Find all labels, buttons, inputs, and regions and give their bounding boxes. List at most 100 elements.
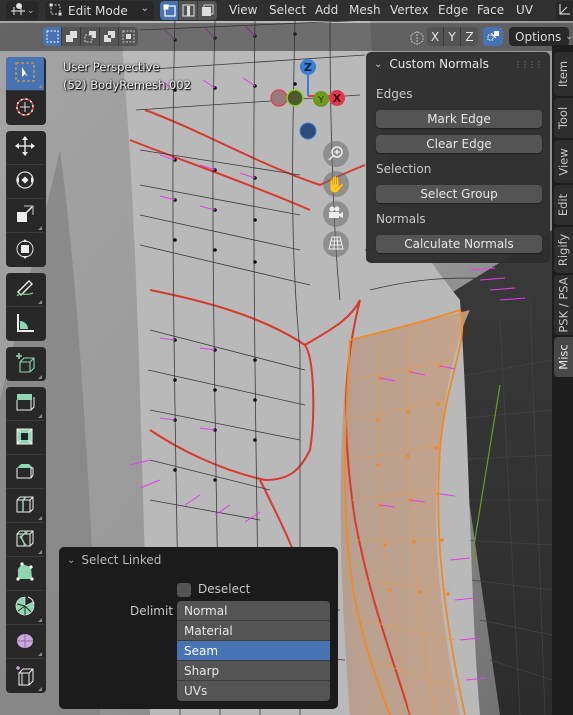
tool-poly-build[interactable]: [6, 557, 44, 591]
select-mode-group: [160, 1, 217, 20]
delimit-option-uvs[interactable]: UVs: [177, 681, 330, 701]
ruler-icon: [14, 312, 36, 337]
y-axis-label: Y: [317, 95, 325, 106]
select-extend-button[interactable]: [62, 27, 81, 46]
tool-settings-bar: X Y Z Options ⌄: [0, 23, 573, 51]
edge-select-button[interactable]: [179, 1, 198, 20]
add-cube-icon: [14, 352, 36, 377]
transform-icon: [14, 238, 36, 263]
select-group-button[interactable]: Select Group: [376, 185, 542, 203]
pencil-icon: [14, 277, 36, 302]
loop-cut-icon: [14, 493, 36, 518]
delimit-option-normal[interactable]: Normal: [177, 601, 330, 621]
rotate-icon: [14, 169, 36, 194]
tool-knife[interactable]: [6, 523, 44, 557]
mirror-axis-group: X Y Z: [427, 27, 478, 46]
deselect-label[interactable]: Deselect: [198, 582, 250, 596]
delimit-option-seam[interactable]: Seam: [177, 641, 330, 661]
camera-view-button[interactable]: [323, 201, 349, 227]
perspective-toggle-button[interactable]: [323, 231, 349, 257]
tool-move[interactable]: [6, 131, 44, 165]
menu-view[interactable]: View: [229, 3, 257, 17]
tool-transform[interactable]: [6, 233, 44, 267]
chevron-down-icon: ⌄: [27, 5, 35, 16]
chevron-down-icon: ⌄: [374, 58, 383, 70]
tool-add-cube[interactable]: [6, 347, 44, 381]
calculate-normals-button[interactable]: Calculate Normals: [376, 235, 542, 253]
face-select-button[interactable]: [198, 1, 217, 20]
mode-label: Edit Mode: [68, 3, 128, 18]
tab-view[interactable]: View: [554, 140, 573, 183]
select-intersect-button[interactable]: [119, 27, 138, 46]
select-difference-button[interactable]: [100, 27, 119, 46]
menu-add[interactable]: Add: [315, 3, 338, 17]
tab-edit[interactable]: Edit: [554, 185, 573, 225]
tab-misc[interactable]: Misc: [554, 337, 573, 377]
z-axis-label: Z: [304, 61, 312, 74]
tab-rigify[interactable]: Rigify: [554, 227, 573, 273]
tool-smooth[interactable]: [6, 625, 44, 659]
transform-gizmo-toggle[interactable]: [556, 1, 573, 20]
tool-annotate[interactable]: [6, 273, 44, 307]
tool-cursor[interactable]: [6, 91, 44, 125]
mirror-z-toggle[interactable]: Z: [461, 27, 478, 46]
tool-select-box[interactable]: [6, 57, 44, 91]
tool-spin[interactable]: [6, 591, 44, 625]
drag-handle-icon[interactable]: ⋮⋮⋮⋮: [514, 60, 543, 69]
menu-face[interactable]: Face: [477, 3, 504, 17]
tool-bevel[interactable]: [6, 455, 44, 489]
view-name: User Perspective: [63, 60, 160, 74]
orientation-gizmo[interactable]: Y X Z: [265, 55, 365, 145]
tab-tool[interactable]: Tool: [554, 98, 573, 138]
zoom-button[interactable]: [323, 141, 349, 167]
operator-title: Select Linked: [81, 553, 162, 567]
select-new-button[interactable]: [43, 27, 62, 46]
selection-mode-group: [43, 27, 138, 46]
editor-type-selector[interactable]: ⌄: [6, 1, 38, 20]
delimit-option-sharp[interactable]: Sharp: [177, 661, 330, 681]
cursor-icon: [14, 96, 36, 121]
menu-vertex[interactable]: Vertex: [390, 3, 429, 17]
sidebar-tabs: Item Tool View Edit Rigify PSK / PSA Mis…: [552, 45, 573, 715]
menu-mesh[interactable]: Mesh: [349, 3, 381, 17]
bevel-icon: [14, 459, 36, 484]
tool-measure[interactable]: [6, 307, 44, 341]
options-dropdown[interactable]: Options ⌄: [509, 27, 573, 46]
vertex-select-button[interactable]: [160, 1, 179, 20]
deselect-checkbox[interactable]: [177, 583, 191, 597]
tab-psk-psa[interactable]: PSK / PSA: [554, 275, 573, 335]
tool-loop-cut[interactable]: [6, 489, 44, 523]
tool-extrude[interactable]: [6, 387, 44, 421]
menu-select[interactable]: Select: [269, 3, 306, 17]
neg-x-axis-handle: [270, 89, 288, 107]
panel-title: Custom Normals: [389, 57, 489, 71]
tool-rotate[interactable]: [6, 165, 44, 199]
mark-edge-button[interactable]: Mark Edge: [376, 110, 542, 128]
tab-item[interactable]: Item: [554, 52, 573, 96]
select-subtract-button[interactable]: [81, 27, 100, 46]
mirror-x-toggle[interactable]: X: [427, 27, 444, 46]
mode-dropdown[interactable]: Edit Mode ⌄: [45, 1, 154, 20]
tool-scale[interactable]: [6, 199, 44, 233]
neg-y-axis-handle: [286, 89, 304, 107]
transform-axes-icon: [558, 3, 571, 19]
delimit-option-material[interactable]: Material: [177, 621, 330, 641]
chevron-down-icon: ⌄: [565, 31, 573, 42]
delimit-options: Normal Material Seam Sharp UVs: [177, 601, 330, 701]
spin-icon: [14, 595, 36, 620]
viewport-info: User Perspective (52) BodyRemesh.002: [63, 58, 191, 94]
menu-edge[interactable]: Edge: [438, 3, 468, 17]
tool-inset[interactable]: [6, 421, 44, 455]
object-info: (52) BodyRemesh.002: [63, 78, 192, 92]
menu-uv[interactable]: UV: [516, 3, 533, 17]
pan-button[interactable]: ✋: [323, 171, 349, 197]
knife-icon: [14, 527, 36, 552]
hand-icon: ✋: [326, 174, 346, 194]
operator-panel-header[interactable]: ⌄ Select Linked: [67, 553, 161, 567]
topology-mirror-icon: [487, 29, 500, 45]
tool-shrink-fatten[interactable]: [6, 659, 44, 693]
panel-header[interactable]: ⌄ Custom Normals: [374, 57, 489, 71]
mirror-y-toggle[interactable]: Y: [444, 27, 461, 46]
topology-mirror-toggle[interactable]: [483, 27, 503, 46]
clear-edge-button[interactable]: Clear Edge: [376, 135, 542, 153]
